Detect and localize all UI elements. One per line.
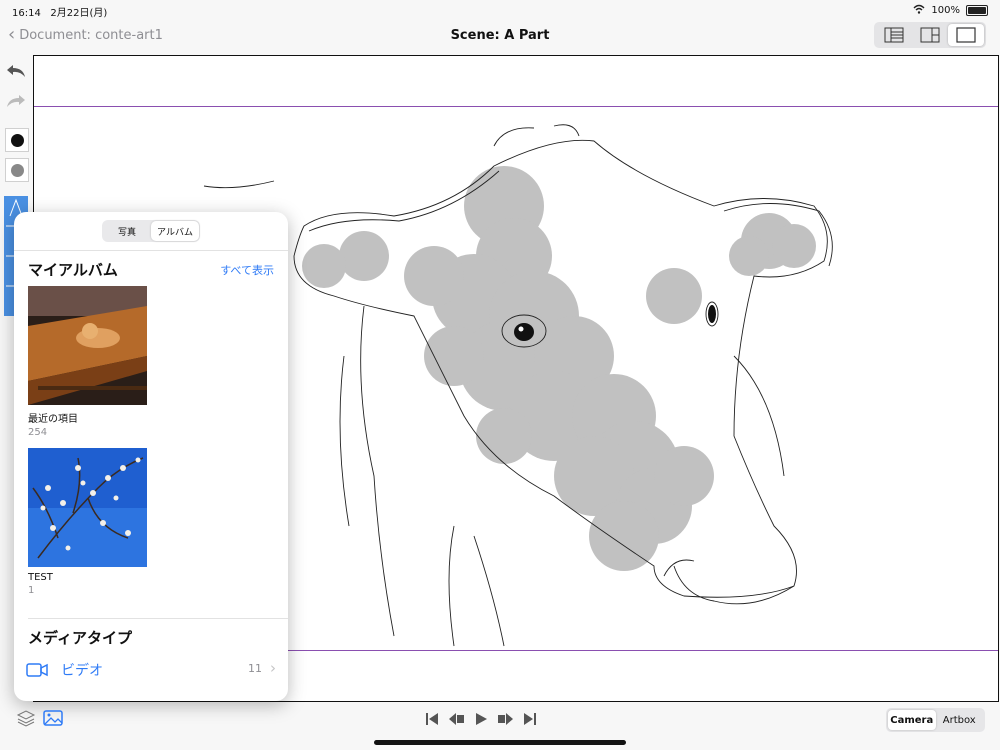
picker-segmented-control: 写真 アルバム bbox=[102, 220, 200, 242]
photo-icon bbox=[43, 710, 63, 726]
wifi-icon bbox=[913, 4, 925, 17]
media-type-video-row[interactable]: ビデオ 11 › bbox=[26, 657, 276, 681]
split-view-icon bbox=[920, 27, 940, 43]
artbox-tab[interactable]: Artbox bbox=[936, 710, 984, 730]
album-recents[interactable]: 最近の項目 254 bbox=[28, 286, 148, 438]
battery-icon bbox=[966, 5, 988, 16]
status-right: 100% bbox=[913, 4, 988, 17]
top-bar: ‹ Document: conte-art1 Scene: A Part bbox=[0, 20, 1000, 54]
media-types-heading: メディアタイプ bbox=[28, 629, 132, 647]
list-view-icon bbox=[884, 27, 904, 43]
album-count: 254 bbox=[28, 427, 48, 438]
step-forward-button[interactable] bbox=[494, 710, 516, 728]
album-thumbnail-recents bbox=[28, 286, 147, 405]
video-icon bbox=[26, 662, 48, 681]
playback-controls bbox=[422, 710, 540, 728]
album-test[interactable]: TEST 1 bbox=[28, 448, 148, 596]
skip-to-start-button[interactable] bbox=[422, 710, 444, 728]
single-view-icon bbox=[956, 27, 976, 43]
step-forward-icon bbox=[498, 713, 513, 725]
redo-icon bbox=[7, 95, 25, 107]
media-type-count: 11 bbox=[248, 662, 262, 675]
media-type-label: ビデオ bbox=[61, 663, 103, 679]
battery-percent: 100% bbox=[931, 5, 960, 16]
undo-icon bbox=[7, 65, 25, 77]
status-bar: 16:14 2月22日(月) 100% bbox=[0, 0, 1000, 20]
see-all-link[interactable]: すべて表示 bbox=[220, 262, 274, 278]
tab-albums[interactable]: アルバム bbox=[151, 221, 199, 241]
view-mode-selector bbox=[874, 22, 986, 48]
step-back-icon bbox=[449, 713, 464, 725]
color-dot-gray bbox=[10, 163, 24, 177]
color-dot-black bbox=[10, 133, 24, 147]
layers-icon bbox=[16, 710, 36, 727]
tab-photos[interactable]: 写真 bbox=[103, 221, 151, 241]
album-name: TEST bbox=[28, 572, 53, 583]
status-time: 16:14 bbox=[12, 8, 41, 19]
divider bbox=[28, 618, 288, 619]
photo-picker-popover: 写真 アルバム マイアルバム すべて表示 最近の項目 254 TEST 1 メデ… bbox=[14, 212, 288, 701]
album-thumbnail-test bbox=[28, 448, 147, 567]
skip-to-end-icon bbox=[524, 713, 536, 725]
single-view-button[interactable] bbox=[948, 24, 984, 46]
step-back-button[interactable] bbox=[446, 710, 468, 728]
undo-button[interactable] bbox=[5, 60, 27, 82]
camera-tab[interactable]: Camera bbox=[888, 710, 936, 730]
redo-button[interactable] bbox=[5, 90, 27, 112]
album-name: 最近の項目 bbox=[28, 414, 78, 425]
home-indicator[interactable] bbox=[374, 740, 626, 745]
camera-artbox-toggle: Camera Artbox bbox=[886, 708, 985, 732]
status-date: 2月22日(月) bbox=[50, 8, 108, 19]
skip-to-start-icon bbox=[426, 713, 438, 725]
color-swatch-gray[interactable] bbox=[5, 158, 29, 182]
photo-library-button[interactable] bbox=[41, 706, 65, 730]
skip-to-end-button[interactable] bbox=[518, 710, 540, 728]
divider bbox=[14, 250, 288, 251]
my-albums-heading: マイアルバム bbox=[28, 261, 118, 279]
split-view-button[interactable] bbox=[912, 24, 948, 46]
status-left: 16:14 2月22日(月) bbox=[12, 4, 107, 19]
chevron-right-icon: › bbox=[270, 659, 276, 677]
color-swatch-black[interactable] bbox=[5, 128, 29, 152]
list-view-button[interactable] bbox=[876, 24, 912, 46]
layers-button[interactable] bbox=[14, 706, 38, 730]
play-button[interactable] bbox=[470, 710, 492, 728]
album-count: 1 bbox=[28, 585, 35, 596]
play-icon bbox=[476, 713, 487, 725]
scene-title: Scene: A Part bbox=[450, 28, 550, 43]
